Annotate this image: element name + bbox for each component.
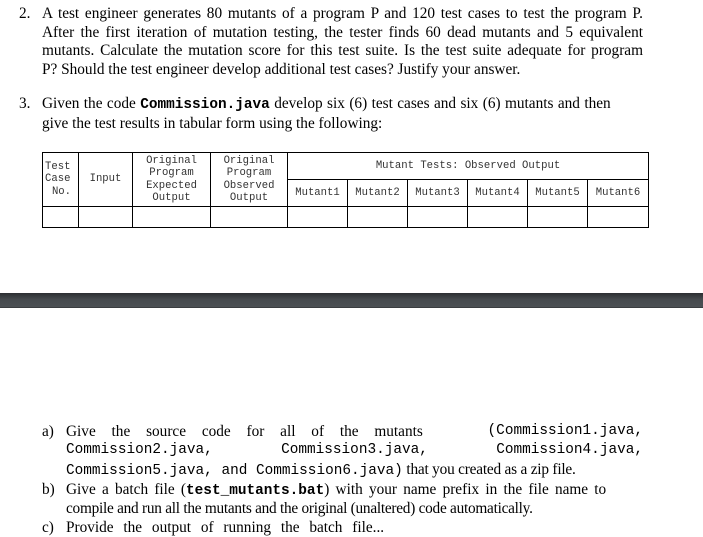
question-2-line: P? Should the test engineer develop addi… <box>42 60 521 78</box>
header-mutant-1: Mutant1 <box>287 179 348 207</box>
part-b-line: compile and run all the mutants and the … <box>66 499 643 518</box>
header-text: Program <box>149 167 194 180</box>
header-mutant-6: Mutant6 <box>587 179 649 207</box>
header-test-case-no: Test Case No. <box>42 152 79 207</box>
header-text: Expected <box>146 179 197 192</box>
code-filename: Commission3.java, <box>281 442 428 459</box>
page-divider <box>0 293 703 308</box>
question-2-line: A test engineer generates 80 mutants of … <box>42 5 643 22</box>
question-number: 2. <box>19 5 31 22</box>
part-b-label: b) <box>42 480 55 498</box>
header-mutant-tests: Mutant Tests: Observed Output <box>287 152 649 180</box>
table-cell <box>132 206 211 228</box>
table-row <box>42 206 649 228</box>
question-2-line: After the first iteration of mutation te… <box>42 23 643 41</box>
text: compile and run all the mutants and the … <box>66 499 533 517</box>
header-text: Observed <box>223 179 275 192</box>
code-filename: test_mutants.bat <box>186 482 325 499</box>
test-results-table: Test Case No. Input Original Program Exp… <box>42 152 649 228</box>
table-cell <box>587 206 649 228</box>
header-text: Output <box>152 191 191 204</box>
header-text: Original <box>146 155 197 168</box>
text: Give the source code for all of the muta… <box>66 423 423 440</box>
code-filename: Commission4.java, <box>496 442 643 459</box>
table-cell <box>347 206 408 228</box>
part-c-line: Provide the output of running the batch … <box>66 518 643 537</box>
header-expected-output: Original Program Expected Output <box>132 152 211 207</box>
part-b-line: Give a batch file (test_mutants.bat) wit… <box>66 480 643 501</box>
header-mutant-3: Mutant3 <box>407 179 468 207</box>
question-3-text: Given the code Commission.java develop s… <box>42 95 643 133</box>
text: Give a batch file ( <box>66 480 187 498</box>
text: that you created as a zip file. <box>402 461 576 479</box>
table-cell <box>78 206 133 228</box>
header-text: Output <box>229 191 269 204</box>
part-a-label: a) <box>42 423 54 440</box>
question-number: 3. <box>19 95 31 112</box>
table-cell <box>407 206 468 228</box>
header-text: Original <box>223 155 275 168</box>
question-2-text: A test engineer generates 80 mutants of … <box>42 5 643 79</box>
table-header-row: Test Case No. Input Original Program Exp… <box>42 152 649 207</box>
table-cell <box>467 206 528 228</box>
header-text: No. <box>51 185 72 198</box>
code-filename: (Commission1.java, <box>487 423 643 439</box>
part-c-label: c) <box>42 519 54 536</box>
header-text: Test <box>45 161 71 174</box>
header-input: Input <box>78 152 133 207</box>
header-observed-output: Original Program Observed Output <box>210 152 288 207</box>
table-cell <box>287 206 348 228</box>
text: develop six (6) test cases and six (6) m… <box>269 95 611 112</box>
part-a-line: Commission2.java, Commission3.java, Comm… <box>66 441 643 460</box>
header-mutant-2: Mutant2 <box>347 179 408 207</box>
header-text: Program <box>226 167 272 180</box>
table-cell <box>210 206 288 228</box>
header-mutant-4: Mutant4 <box>467 179 528 207</box>
table-cell <box>527 206 588 228</box>
code-filename: Commission.java <box>140 97 270 113</box>
table-cell <box>42 206 79 228</box>
text: ) with your name prefix in the file name… <box>324 480 607 498</box>
header-text: Case <box>45 173 71 186</box>
code-filename: Commission2.java, <box>66 442 213 459</box>
part-a-line: Give the source code for all of the muta… <box>66 422 643 441</box>
text: Given the code <box>42 95 141 112</box>
question-3-line: give the test results in tabular form us… <box>42 114 383 132</box>
part-a-line: Commission5.java, and Commission6.java) … <box>66 460 643 481</box>
header-mutant-5: Mutant5 <box>527 179 588 207</box>
question-3-line: Given the code Commission.java develop s… <box>42 95 643 115</box>
question-2-line: mutants. Calculate the mutation score fo… <box>42 42 643 60</box>
text: Provide the output of running the batch … <box>66 519 385 536</box>
code-filename: Commission5.java, and Commission6.java) <box>66 463 403 480</box>
